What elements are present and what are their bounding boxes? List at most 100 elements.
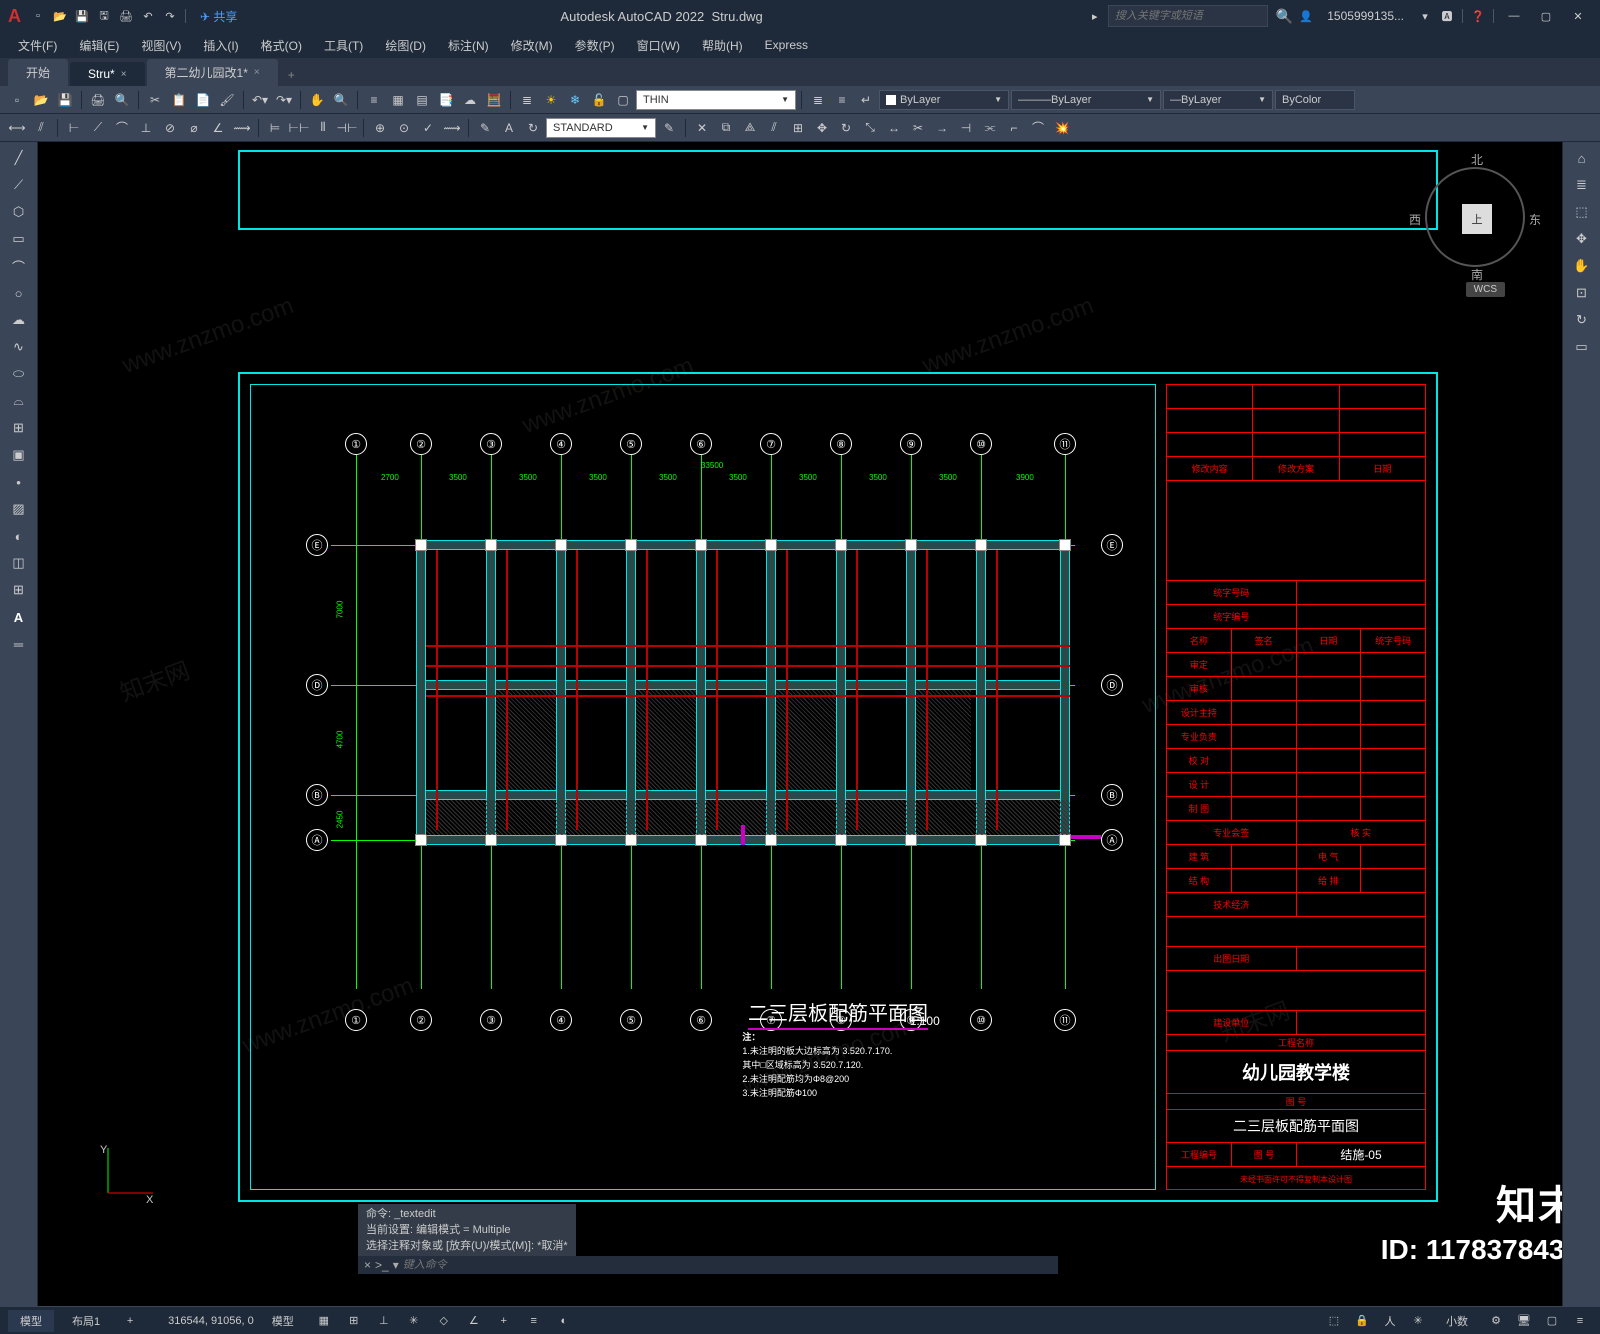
nav-fullnav-icon[interactable]: ✥ [1568, 227, 1596, 251]
menu-edit[interactable]: 编辑(E) [69, 34, 129, 57]
qat-undo-icon[interactable]: ↶ [139, 7, 157, 25]
sb-units[interactable]: 小数 [1434, 1310, 1480, 1332]
user-label[interactable]: 1505999135... [1327, 9, 1404, 23]
tb-dimbaseline-icon[interactable]: ⊨ [264, 117, 286, 139]
tb-preview-icon[interactable]: 🔍 [111, 89, 133, 111]
menu-format[interactable]: 格式(O) [251, 34, 312, 57]
tb-jogline-icon[interactable]: ⟿ [441, 117, 463, 139]
tb-scale-icon[interactable]: ⤡ [859, 117, 881, 139]
tb-dimupdate-icon[interactable]: ↻ [522, 117, 544, 139]
draw-polyline-icon[interactable]: ⟋ [5, 173, 33, 197]
menu-draw[interactable]: 绘图(D) [375, 34, 436, 57]
help-icon[interactable]: ❓ [1469, 7, 1487, 25]
linetype-dropdown[interactable]: ——— ByLayer▼ [1011, 90, 1161, 110]
tb-dimcontinue-icon[interactable]: ⊢⊢ [288, 117, 310, 139]
viewcube-top-face[interactable]: 上 [1462, 204, 1492, 234]
viewcube-west[interactable]: 西 [1409, 211, 1421, 228]
sb-monitor-icon[interactable]: 🖥 [1512, 1310, 1536, 1332]
tb-dimedit-icon[interactable]: ✎ [474, 117, 496, 139]
tb-dimtedit-icon[interactable]: A [498, 117, 520, 139]
sb-polar-icon[interactable]: ✳ [402, 1310, 426, 1332]
sb-otrack-icon[interactable]: ∠ [462, 1310, 486, 1332]
tb-properties-icon[interactable]: ≡ [363, 89, 385, 111]
sb-workspace-icon[interactable]: ⚙ [1484, 1310, 1508, 1332]
sb-anno-icon[interactable]: 🔒 [1350, 1310, 1374, 1332]
draw-gradient-icon[interactable]: ◐ [5, 524, 33, 548]
menu-dimension[interactable]: 标注(N) [438, 34, 499, 57]
sb-grid-icon[interactable]: ▦ [312, 1310, 336, 1332]
sb-annoscale-icon[interactable]: 人 [1378, 1310, 1402, 1332]
tb-extend-icon[interactable]: → [931, 117, 953, 139]
tb-fillet-icon[interactable]: ⌒ [1027, 117, 1049, 139]
menu-help[interactable]: 帮助(H) [692, 34, 753, 57]
viewcube-east[interactable]: 东 [1529, 211, 1541, 228]
tb-dimord-icon[interactable]: ⊥ [135, 117, 157, 139]
tb-redo-icon[interactable]: ↷▾ [273, 89, 295, 111]
menu-modify[interactable]: 修改(M) [501, 34, 563, 57]
tb-dimradius-icon[interactable]: ⊘ [159, 117, 181, 139]
doctab-kindergarten[interactable]: 第二幼儿园改1*× [147, 59, 278, 86]
autodesk-icon[interactable]: 🅰 [1438, 7, 1456, 25]
sb-model-button[interactable]: 模型 [260, 1310, 306, 1332]
tb-explode-icon[interactable]: 💥 [1051, 117, 1073, 139]
draw-arc-icon[interactable]: ⌒ [5, 254, 33, 278]
draw-block-icon[interactable]: ▣ [5, 443, 33, 467]
draw-hatch-icon[interactable]: ▨ [5, 497, 33, 521]
tb-layermgr-icon[interactable]: ≣ [807, 89, 829, 111]
close-icon[interactable]: × [254, 67, 260, 78]
nav-home-icon[interactable]: ⌂ [1568, 146, 1596, 170]
maximize-button[interactable]: ▢ [1532, 6, 1560, 26]
tb-inspect-icon[interactable]: ✓ [417, 117, 439, 139]
tb-calc-icon[interactable]: 🧮 [483, 89, 505, 111]
lineweight2-dropdown[interactable]: — ByLayer▼ [1163, 90, 1273, 110]
tb-mirror-icon[interactable]: ⟁ [739, 117, 761, 139]
wcs-badge[interactable]: WCS [1466, 282, 1505, 297]
sb-dyn-icon[interactable]: + [492, 1310, 516, 1332]
tb-paste-icon[interactable]: 📄 [192, 89, 214, 111]
tb-dimarc-icon[interactable]: ⌒ [111, 117, 133, 139]
close-icon[interactable]: × [121, 69, 127, 80]
tb-designcenter-icon[interactable]: ▦ [387, 89, 409, 111]
tb-trim-icon[interactable]: ✂ [907, 117, 929, 139]
tb-toolpalette-icon[interactable]: ▤ [411, 89, 433, 111]
sb-cleanscreen-icon[interactable]: ▢ [1540, 1310, 1564, 1332]
draw-table-icon[interactable]: ⊞ [5, 578, 33, 602]
draw-revcloud-icon[interactable]: ☁ [5, 308, 33, 332]
tb-match-icon[interactable]: 🖌 [216, 89, 238, 111]
tb-color-icon[interactable]: ▢ [612, 89, 634, 111]
tb-layerstate-icon[interactable]: ☀ [540, 89, 562, 111]
tb-erase-icon[interactable]: ✕ [691, 117, 713, 139]
tb-offset-icon[interactable]: ⫽ [763, 117, 785, 139]
menu-parametric[interactable]: 参数(P) [565, 34, 625, 57]
layer-dropdown[interactable]: ByLayer▼ [879, 90, 1009, 110]
tb-freeze-icon[interactable]: ❄ [564, 89, 586, 111]
draw-point-icon[interactable]: • [5, 470, 33, 494]
tb-centermark-icon[interactable]: ⊙ [393, 117, 415, 139]
sb-osnap-icon[interactable]: ◇ [432, 1310, 456, 1332]
tb-dimdiameter-icon[interactable]: ⌀ [183, 117, 205, 139]
tb-dimjogged-icon[interactable]: ⟿ [231, 117, 253, 139]
tb-undo-icon[interactable]: ↶▾ [249, 89, 271, 111]
tb-dim2-icon[interactable]: ⫽ [30, 117, 52, 139]
qat-open-icon[interactable]: 📂 [51, 7, 69, 25]
tb-tolerance-icon[interactable]: ⊕ [369, 117, 391, 139]
tb-move-icon[interactable]: ✥ [811, 117, 833, 139]
draw-insert-icon[interactable]: ⊞ [5, 416, 33, 440]
viewcube[interactable]: 上 北 南 东 西 [1420, 162, 1530, 272]
tb-dimlinear-icon[interactable]: ⊢ [63, 117, 85, 139]
sb-tab-layout1[interactable]: 布局1 [60, 1310, 112, 1332]
draw-rectangle-icon[interactable]: ▭ [5, 227, 33, 251]
tb-join-icon[interactable]: ⫘ [979, 117, 1001, 139]
menu-express[interactable]: Express [755, 35, 818, 55]
draw-ellipse-icon[interactable]: ⬭ [5, 362, 33, 386]
title-caret-icon[interactable]: ▸ [1086, 7, 1104, 25]
doctab-start[interactable]: 开始 [8, 59, 68, 86]
nav-layers-icon[interactable]: ≣ [1568, 173, 1596, 197]
tb-layeriso-icon[interactable]: ≡ [831, 89, 853, 111]
menu-file[interactable]: 文件(F) [8, 34, 67, 57]
tb-save-icon[interactable]: 💾 [54, 89, 76, 111]
tb-open-icon[interactable]: 📂 [30, 89, 52, 111]
minimize-button[interactable]: — [1500, 6, 1528, 26]
menu-view[interactable]: 视图(V) [131, 34, 191, 57]
doctab-add-button[interactable]: + [280, 64, 303, 86]
